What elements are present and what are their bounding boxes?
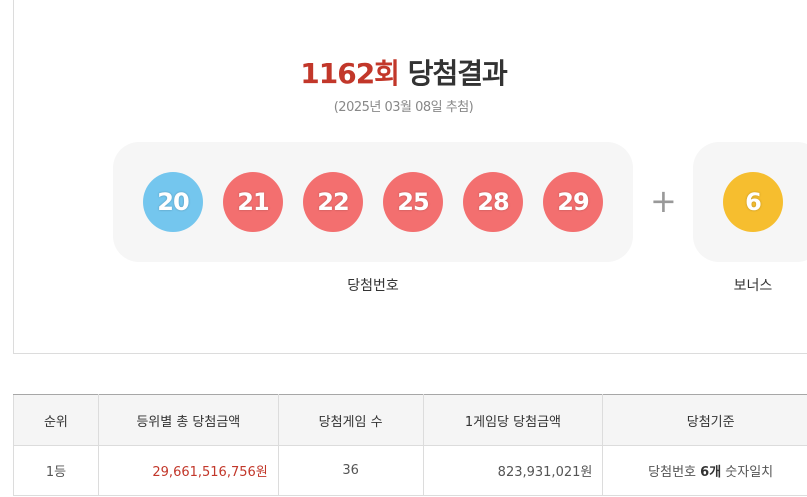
winners-cell: 36	[278, 445, 424, 496]
total-prize-cell: 29,661,516,756원	[98, 445, 279, 496]
table-header-row: 순위 등위별 총 당첨금액 당첨게임 수 1게임당 당첨금액 당첨기준	[13, 394, 807, 446]
column-header-criteria: 당첨기준	[602, 394, 807, 446]
winning-numbers-label: 당첨번호	[347, 278, 399, 294]
criteria-cell: 당첨번호 6개 숫자일치	[602, 445, 807, 496]
winning-ball: 25	[383, 172, 443, 232]
bonus-label: 보너스	[733, 278, 773, 294]
winning-ball: 20	[143, 172, 203, 232]
draw-date: (2025년 03월 08일 추첨)	[333, 100, 474, 115]
column-header-winners: 당첨게임 수	[278, 394, 424, 446]
winning-ball: 21	[223, 172, 283, 232]
bonus-ball: 6	[723, 172, 783, 232]
rank-cell: 1등	[13, 445, 99, 496]
criteria-prefix: 당첨번호	[648, 465, 701, 480]
winning-ball: 28	[463, 172, 523, 232]
prize-per-game-cell: 823,931,021원	[423, 445, 604, 496]
column-header-total-prize: 등위별 총 당첨금액	[98, 394, 279, 446]
winning-ball: 22	[303, 172, 363, 232]
column-header-prize-per-game: 1게임당 당첨금액	[423, 394, 604, 446]
title-suffix: 당첨결과	[407, 57, 508, 90]
plus-icon: +	[650, 182, 677, 220]
round-number: 1162회	[300, 57, 400, 90]
prize-table: 순위 등위별 총 당첨금액 당첨게임 수 1게임당 당첨금액 당첨기준 1등 2…	[13, 394, 807, 496]
column-header-rank: 순위	[13, 394, 99, 446]
criteria-count: 6개	[700, 465, 722, 480]
criteria-suffix: 숫자일치	[721, 465, 774, 480]
winning-ball: 29	[543, 172, 603, 232]
page-title: 1162회 당첨결과	[0, 52, 807, 92]
table-row: 1등 29,661,516,756원 36 823,931,021원 당첨번호 …	[13, 445, 807, 496]
